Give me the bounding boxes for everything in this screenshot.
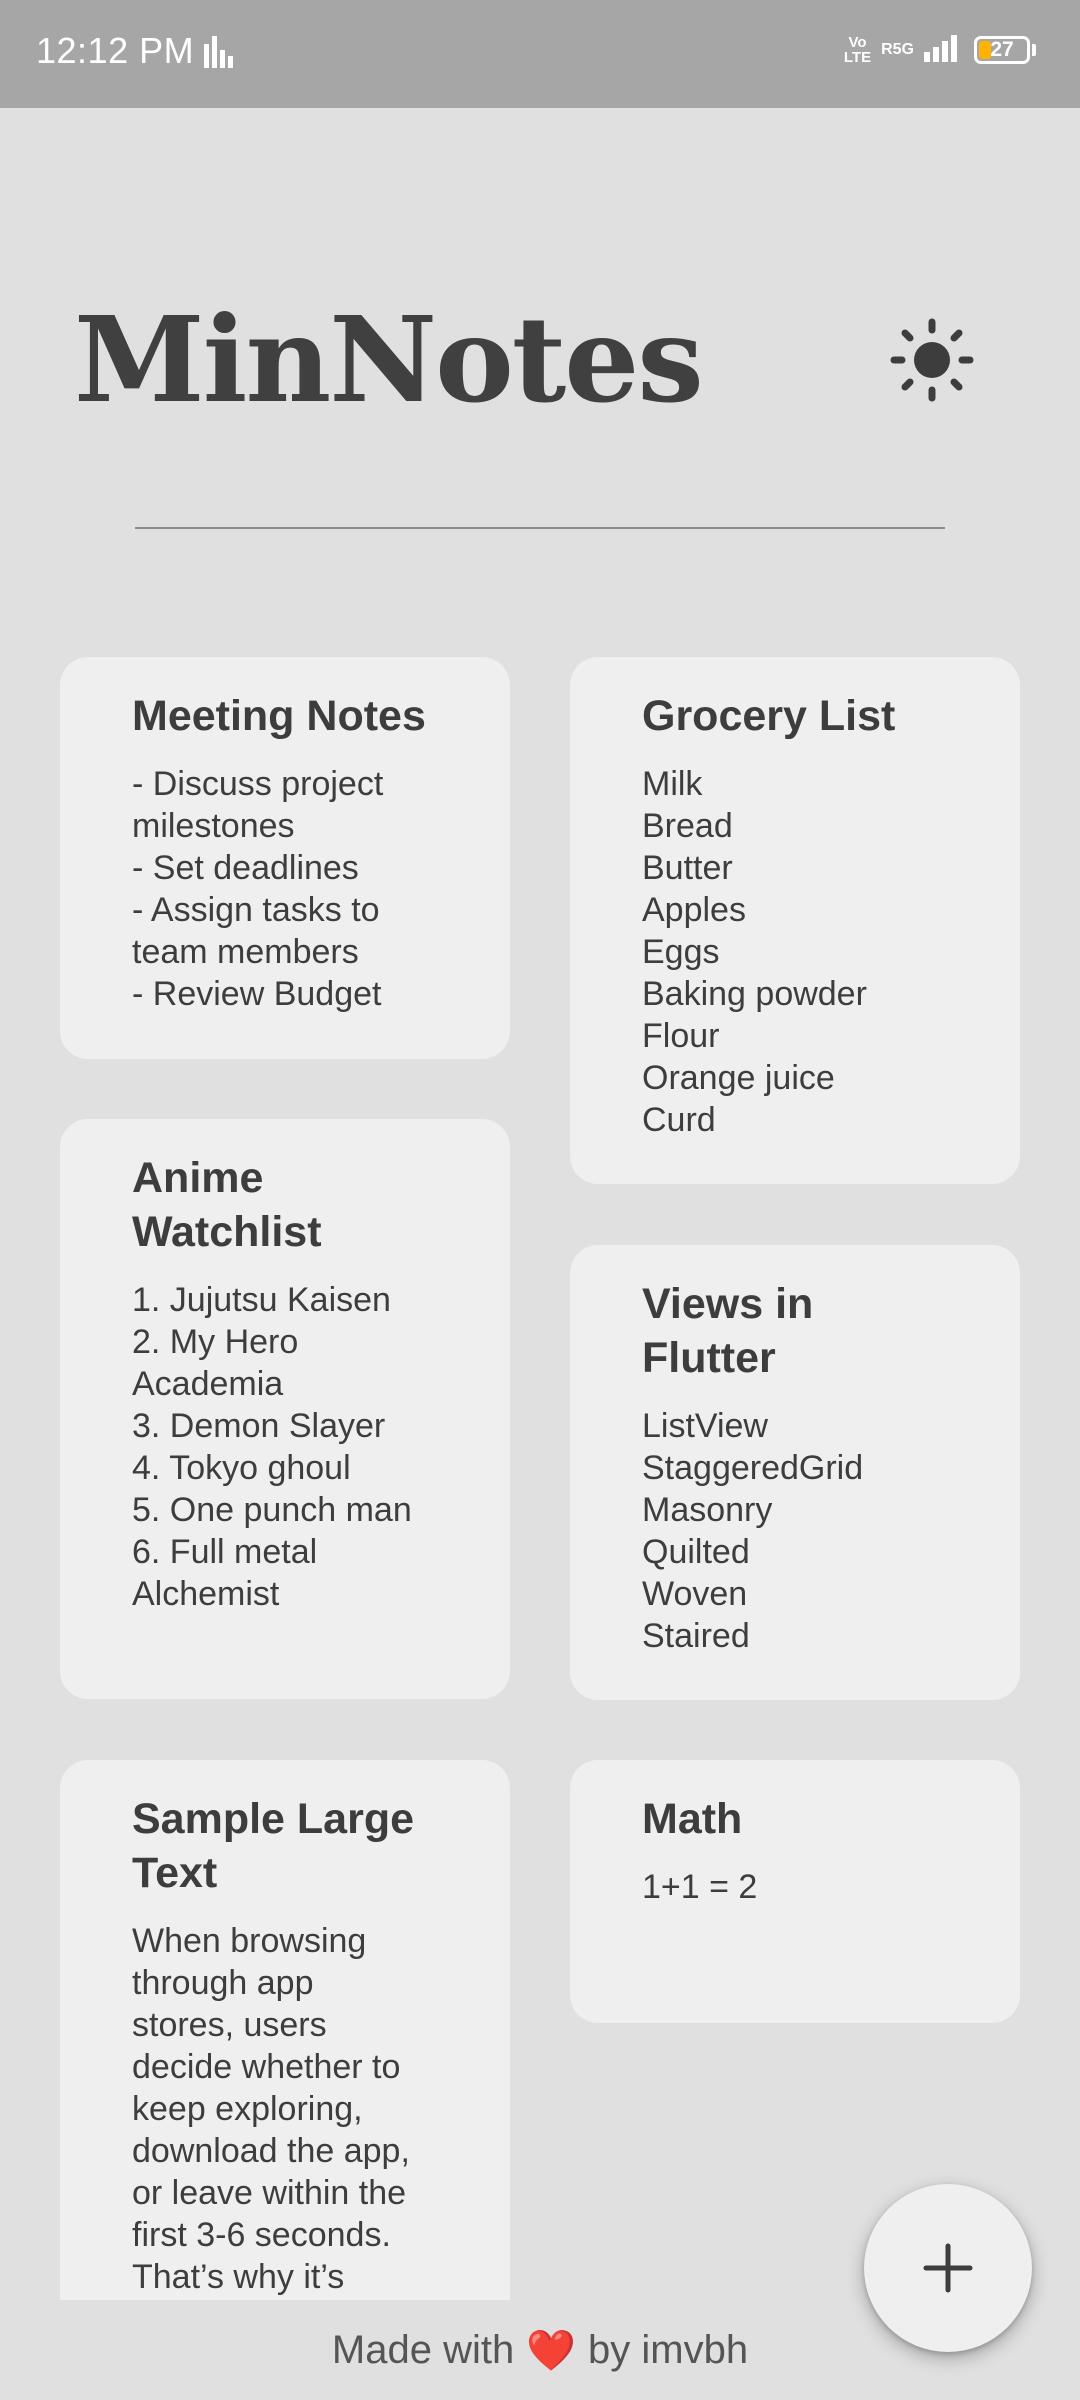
note-title: Math [642,1795,743,1843]
note-body: - Discuss project milestones - Set deadl… [132,765,384,1013]
note-card-anime-watchlist[interactable]: Anime Watchlist 1. Jujutsu Kaisen 2. My … [60,1119,510,1699]
network-type-indicator: R5G [881,40,914,58]
theme-toggle-button[interactable] [888,316,976,404]
note-title: Sample Large Text [132,1795,414,1897]
status-bar: 12:12 PM Vo LTE R5G 27 [0,0,1080,108]
battery-level: 27 [990,37,1014,61]
note-card-views-in-flutter[interactable]: Views in Flutter ListView StaggeredGrid … [570,1245,1020,1700]
battery-icon: 27 [974,35,1030,64]
footer-prefix: Made with [331,2327,515,2372]
note-body: ListView StaggeredGrid Masonry Quilted W… [642,1407,864,1655]
note-body: When browsing through app stores, users … [132,1922,410,2296]
footer-suffix: by imvbh [588,2327,749,2372]
add-note-button[interactable] [864,2184,1032,2352]
note-card-math[interactable]: Math 1+1 = 2 [570,1760,1020,2023]
volte-indicator: Vo LTE [843,33,872,66]
sun-icon [890,318,974,402]
note-title: Views in Flutter [642,1280,814,1382]
note-body: 1. Jujutsu Kaisen 2. My Hero Academia 3.… [132,1281,412,1613]
note-card-sample-large-text[interactable]: Sample Large Text When browsing through … [60,1760,510,2300]
note-card-grocery-list[interactable]: Grocery List Milk Bread Butter Apples Eg… [570,657,1020,1184]
note-title: Grocery List [642,692,896,740]
plus-icon [923,2243,973,2293]
note-body: 1+1 = 2 [642,1868,758,1906]
status-indicators: Vo LTE R5G 27 [844,32,1036,67]
note-card-meeting-notes[interactable]: Meeting Notes - Discuss project mileston… [60,657,510,1059]
note-title: Meeting Notes [132,692,426,740]
signal-strength-icon [924,32,964,67]
activity-bars-icon [204,36,234,73]
note-title: Anime Watchlist [132,1154,322,1256]
app-title: MinNotes [74,290,704,429]
heart-icon: ❤️ [526,2328,577,2373]
header-divider [135,527,945,529]
note-body: Milk Bread Butter Apples Eggs Baking pow… [642,765,867,1139]
status-time: 12:12 PM [36,30,195,71]
